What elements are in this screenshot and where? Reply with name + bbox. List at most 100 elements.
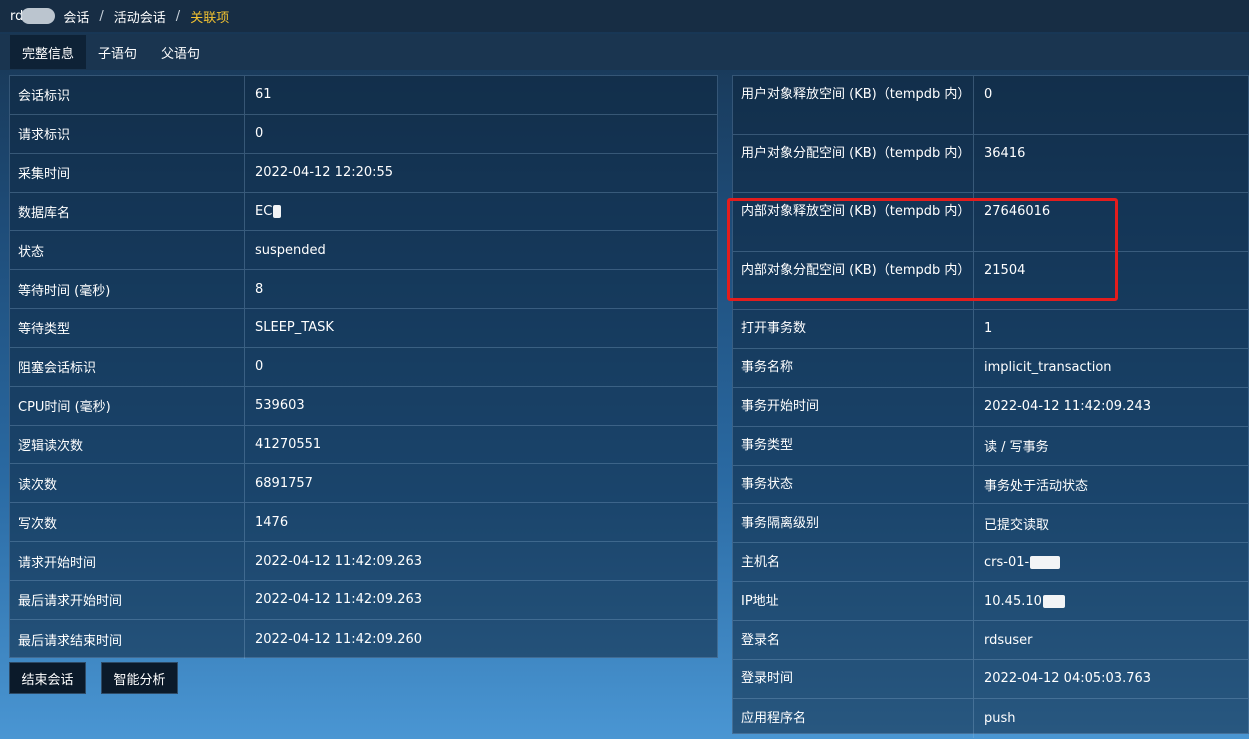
field-value: EC <box>245 193 291 231</box>
field-label: 逻辑读次数 <box>10 425 245 464</box>
table-row: 等待类型 SLEEP_TASK <box>10 309 717 348</box>
tab-parent-statement[interactable]: 父语句 <box>149 35 212 69</box>
field-label: 采集时间 <box>10 153 245 192</box>
breadcrumb: rd 会话 / 活动会话 / 关联项 <box>0 0 1249 32</box>
redaction-mark <box>1042 594 1065 608</box>
redacted-instance-name <box>21 8 56 24</box>
field-label: 会话标识 <box>10 76 245 114</box>
field-label: 等待时间 (毫秒) <box>10 270 245 309</box>
field-value: 1 <box>984 321 993 337</box>
field-label: 读次数 <box>10 464 245 503</box>
host-name-value: crs-01- <box>984 554 1030 570</box>
redaction-mark <box>273 204 282 218</box>
table-row: 数据库名 EC <box>10 192 717 232</box>
field-label: 用户对象分配空间 (KB)（tempdb 内） <box>733 134 974 192</box>
table-row: 等待时间 (毫秒) 8 <box>10 270 717 310</box>
field-label: 打开事务数 <box>733 310 974 348</box>
field-value: 0 <box>255 359 264 375</box>
field-value: 6891757 <box>255 475 313 491</box>
tab-full-info[interactable]: 完整信息 <box>10 35 87 69</box>
table-row: 请求标识 0 <box>10 114 717 154</box>
table-row: 请求开始时间 2022-04-12 11:42:09.263 <box>10 542 717 581</box>
field-value: 2022-04-12 11:42:09.263 <box>255 592 423 608</box>
smart-analysis-button[interactable]: 智能分析 <box>101 662 178 694</box>
field-value: 2022-04-12 04:05:03.763 <box>984 671 1152 687</box>
field-label: 内部对象释放空间 (KB)（tempdb 内） <box>733 193 974 251</box>
breadcrumb-active-sessions[interactable]: 活动会话 <box>114 7 166 26</box>
field-label: 事务状态 <box>733 465 974 504</box>
field-label: 事务隔离级别 <box>733 504 974 543</box>
field-label: 事务名称 <box>733 348 974 387</box>
field-value: 2022-04-12 12:20:55 <box>255 165 394 181</box>
field-value: 读 / 写事务 <box>984 440 1049 456</box>
table-row: 状态 suspended <box>10 231 717 271</box>
field-value: 2022-04-12 11:42:09.263 <box>255 553 423 569</box>
field-label: 等待类型 <box>10 309 245 347</box>
field-value: suspended <box>255 242 326 258</box>
table-row: 用户对象释放空间 (KB)（tempdb 内） 0 <box>733 76 1248 135</box>
field-value: rdsuser <box>984 632 1033 648</box>
field-label: 用户对象释放空间 (KB)（tempdb 内） <box>733 76 974 134</box>
field-label: 事务类型 <box>733 426 974 465</box>
end-session-button[interactable]: 结束会话 <box>9 662 86 694</box>
field-value: SLEEP_TASK <box>255 320 334 336</box>
field-value: 2022-04-12 11:42:09.243 <box>984 399 1152 415</box>
field-label: 事务开始时间 <box>733 387 974 426</box>
field-value: implicit_transaction <box>984 360 1112 376</box>
table-row: 会话标识 61 <box>10 76 717 115</box>
field-value: 2022-04-12 11:42:09.260 <box>255 631 423 647</box>
tab-child-statement[interactable]: 子语句 <box>86 35 149 69</box>
field-label: IP地址 <box>733 582 974 621</box>
field-value: 36416 <box>984 145 1026 161</box>
table-row: 阻塞会话标识 0 <box>10 347 717 387</box>
table-row: 用户对象分配空间 (KB)（tempdb 内） 36416 <box>733 134 1248 193</box>
table-row: 最后请求结束时间 2022-04-12 11:42:09.260 <box>10 619 717 659</box>
field-value: 0 <box>255 126 264 142</box>
table-row: IP地址 10.45.10 <box>733 582 1248 622</box>
breadcrumb-current: 关联项 <box>190 10 230 26</box>
table-row: 内部对象分配空间 (KB)（tempdb 内） 21504 <box>733 251 1248 310</box>
field-value: 539603 <box>255 398 305 414</box>
field-value: push <box>984 710 1016 726</box>
field-value: 21504 <box>984 262 1026 278</box>
field-label: 内部对象分配空间 (KB)（tempdb 内） <box>733 251 974 309</box>
table-row: 主机名 crs-01- <box>733 543 1248 583</box>
breadcrumb-sessions[interactable]: 会话 <box>63 7 89 26</box>
table-row: 写次数 1476 <box>10 503 717 543</box>
ip-address-value: 10.45.10 <box>984 593 1042 609</box>
tab-bar: 完整信息 子语句 父语句 <box>0 34 1249 70</box>
table-row: CPU时间 (毫秒) 539603 <box>10 386 717 426</box>
field-value: 41270551 <box>255 437 322 453</box>
field-value: 1476 <box>255 514 289 530</box>
session-info-table: 会话标识 61 请求标识 0 采集时间 2022-04-12 12:20:55 … <box>9 75 718 659</box>
field-label: 阻塞会话标识 <box>10 347 245 386</box>
field-label: 请求标识 <box>10 114 245 153</box>
table-row: 逻辑读次数 41270551 <box>10 425 717 465</box>
table-row: 最后请求开始时间 2022-04-12 11:42:09.263 <box>10 580 717 620</box>
field-value: 事务处于活动状态 <box>984 479 1089 494</box>
field-label: 状态 <box>10 231 245 270</box>
breadcrumb-separator: / <box>175 8 181 24</box>
field-label: CPU时间 (毫秒) <box>10 386 245 425</box>
table-row: 事务开始时间 2022-04-12 11:42:09.243 <box>733 387 1248 427</box>
table-row: 打开事务数 1 <box>733 310 1248 349</box>
table-row: 登录时间 2022-04-12 04:05:03.763 <box>733 660 1248 699</box>
table-row: 读次数 6891757 <box>10 464 717 504</box>
table-row: 事务状态 事务处于活动状态 <box>733 465 1248 505</box>
database-name-value: EC <box>255 203 273 219</box>
field-value: crs-01- <box>974 543 1070 581</box>
field-label: 写次数 <box>10 503 245 542</box>
transaction-info-table: 用户对象释放空间 (KB)（tempdb 内） 0 用户对象分配空间 (KB)（… <box>732 75 1249 738</box>
field-label: 登录名 <box>733 621 974 660</box>
table-row: 登录名 rdsuser <box>733 621 1248 661</box>
field-label: 登录时间 <box>733 660 974 698</box>
field-label: 数据库名 <box>10 192 245 231</box>
redaction-mark <box>1030 555 1061 569</box>
field-value: 61 <box>255 87 272 103</box>
table-row: 事务名称 implicit_transaction <box>733 348 1248 388</box>
field-label: 应用程序名 <box>733 698 974 738</box>
field-label: 最后请求开始时间 <box>10 580 245 619</box>
field-value: 已提交读取 <box>984 517 1050 533</box>
field-label: 最后请求结束时间 <box>10 619 245 659</box>
field-value: 0 <box>984 87 993 102</box>
